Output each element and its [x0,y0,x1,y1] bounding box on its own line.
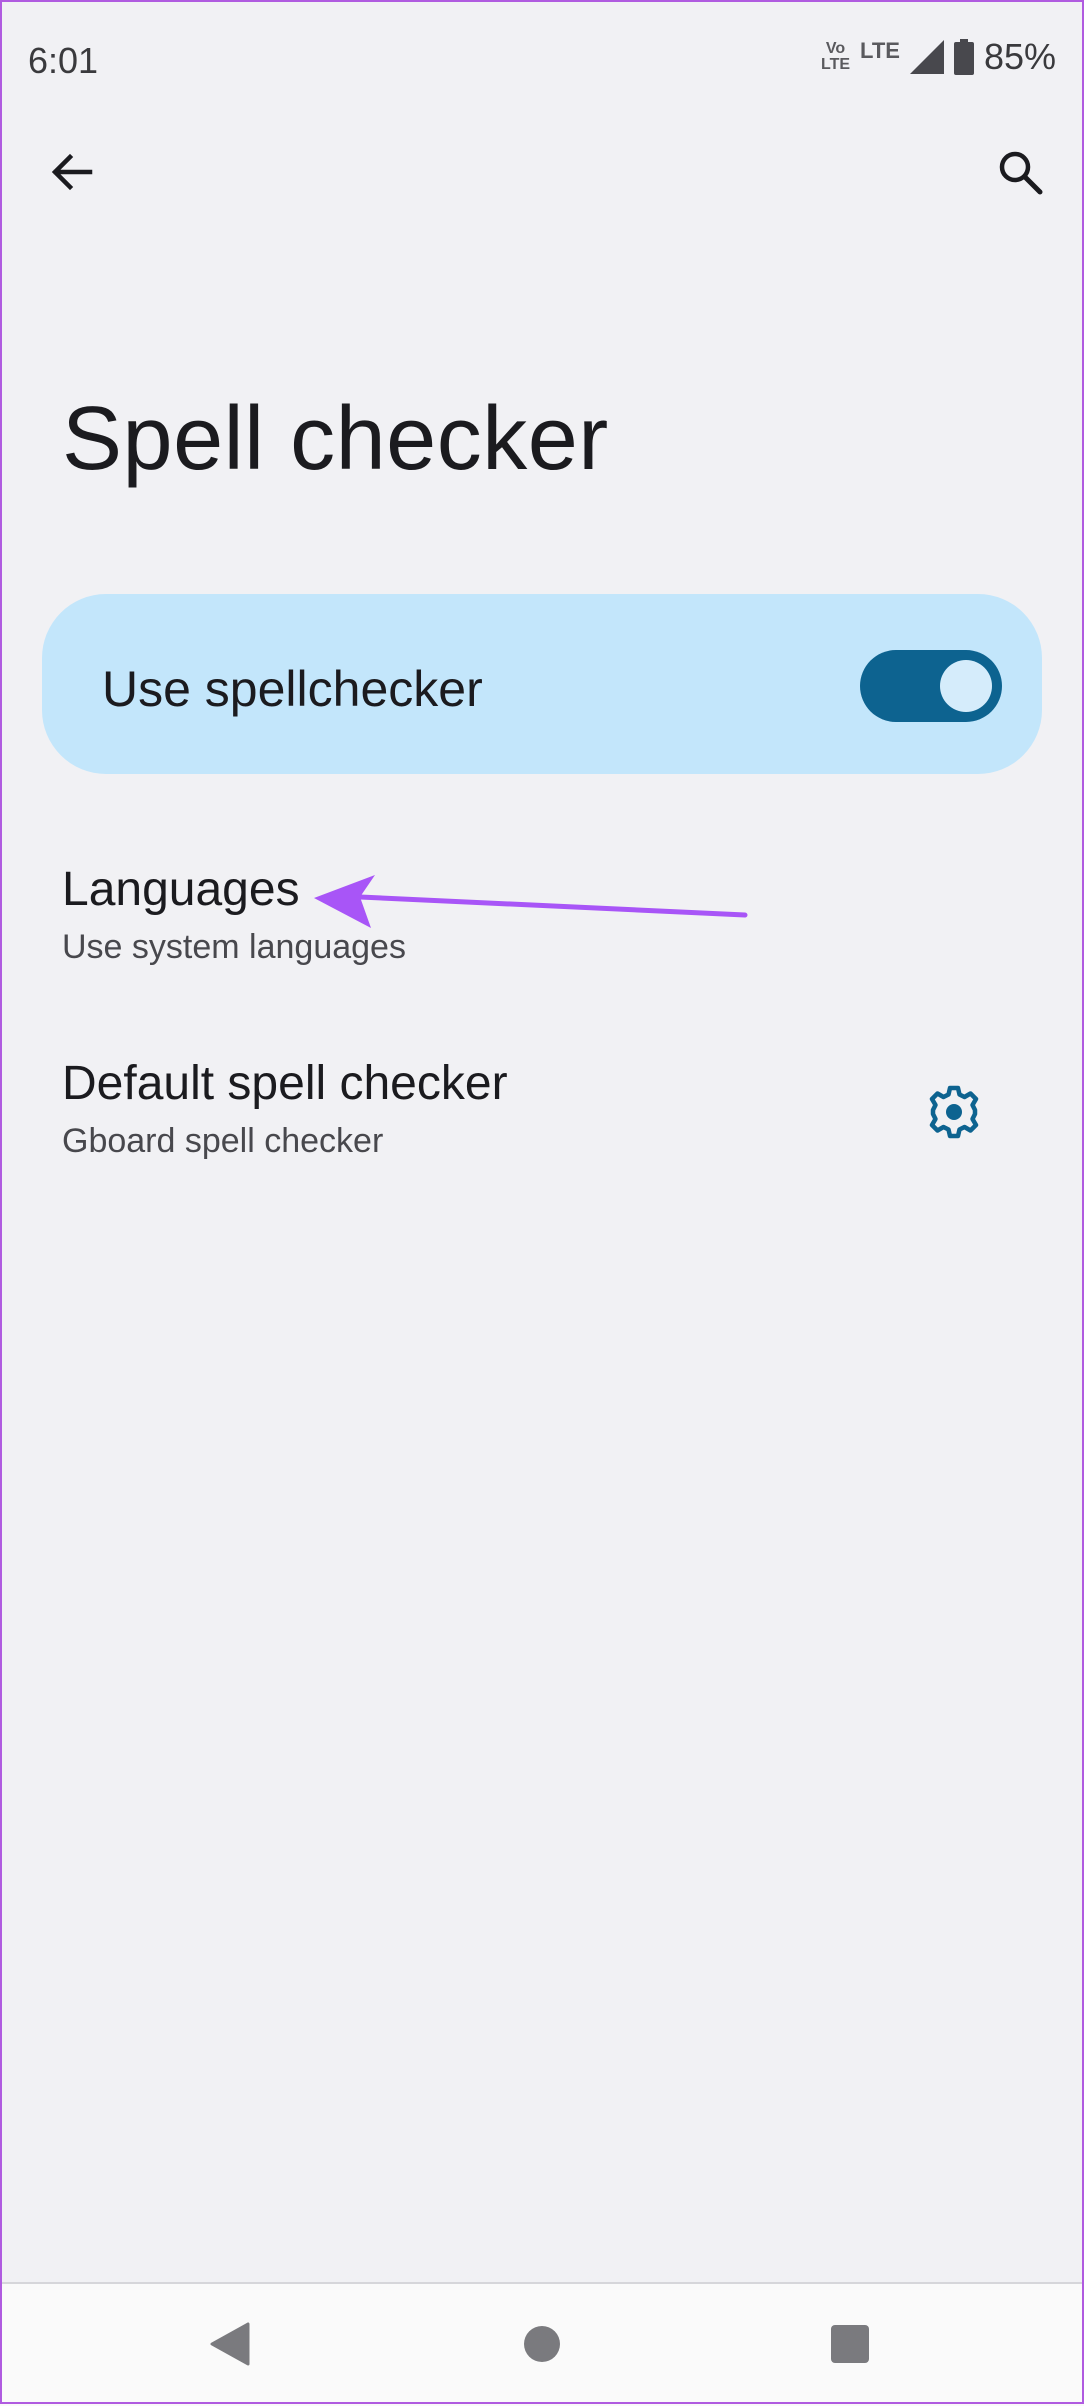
battery-percentage: 85% [983,36,1056,77]
back-button[interactable] [40,140,104,204]
navigation-bar [0,2282,1084,2406]
nav-recents-icon [831,2325,869,2363]
lte-icon: LTE [860,38,900,63]
status-icons: Vo LTE LTE 85% [821,36,1056,78]
search-icon [999,151,1043,195]
languages-title: Languages [62,863,300,916]
status-time: 6:01 [28,40,99,81]
use-spellchecker-switch-card[interactable]: Use spellchecker [42,594,1042,774]
volte-icon: Vo LTE [820,40,851,73]
battery-icon [953,39,974,75]
default-spell-checker-title: Default spell checker [62,1057,508,1110]
page-title: Spell checker [62,389,609,489]
use-spellchecker-label: Use spellchecker [102,661,483,717]
search-button[interactable] [988,140,1052,204]
default-spell-checker-settings-button[interactable] [918,1076,990,1148]
nav-home-icon [524,2326,560,2362]
use-spellchecker-toggle[interactable] [860,650,1002,722]
nav-recents-button[interactable] [814,2308,886,2380]
nav-back-button[interactable] [194,2308,266,2380]
nav-home-button[interactable] [506,2308,578,2380]
default-spell-checker-summary: Gboard spell checker [62,1122,384,1160]
gear-icon [929,1085,979,1139]
status-bar: 6:01 Vo LTE LTE 85% [0,0,1084,120]
nav-back-icon [210,2322,250,2366]
signal-icon [909,40,944,74]
annotation-arrow-icon [314,875,748,928]
arrow-left-icon [51,153,93,191]
default-spell-checker-item[interactable]: Default spell checker Gboard spell check… [0,1056,1084,1206]
toggle-thumb [940,660,992,712]
